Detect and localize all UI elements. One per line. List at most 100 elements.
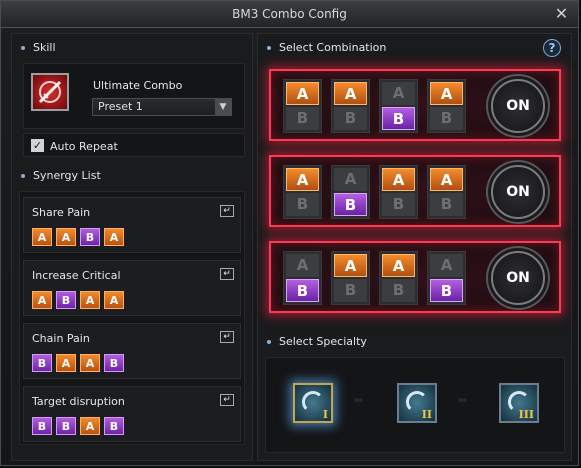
- bullet-icon: [267, 46, 271, 50]
- chip-b: B: [32, 417, 52, 435]
- enter-icon[interactable]: ↵: [220, 394, 234, 406]
- synergy-card[interactable]: Share Pain ↵ A A B A: [23, 197, 241, 253]
- ultimate-combo-skill-icon: [31, 73, 69, 111]
- chip-b: B: [80, 228, 100, 246]
- option-b[interactable]: B: [334, 193, 367, 216]
- option-a[interactable]: A: [334, 254, 367, 277]
- combo-row: A B A B A B A B ON: [269, 155, 561, 227]
- option-b[interactable]: B: [430, 193, 463, 216]
- option-a[interactable]: A: [286, 254, 319, 277]
- sword-slash-icon: [38, 80, 62, 104]
- chip-a: A: [56, 354, 76, 372]
- enter-icon[interactable]: ↵: [220, 268, 234, 280]
- combo-slot[interactable]: A B: [283, 251, 322, 305]
- combo-slot[interactable]: A B: [379, 251, 418, 305]
- synergy-name: Target disruption: [32, 395, 125, 408]
- whip-arc-icon: [302, 391, 324, 413]
- option-a[interactable]: A: [334, 168, 367, 191]
- option-a[interactable]: A: [286, 168, 319, 191]
- specialty-section-title: Select Specialty: [267, 335, 367, 348]
- chip-b: B: [104, 354, 124, 372]
- option-b[interactable]: B: [430, 107, 463, 130]
- specialty-numeral: III: [518, 408, 534, 421]
- combo-toggle-button[interactable]: ON: [491, 251, 545, 305]
- option-b[interactable]: B: [382, 279, 415, 302]
- combo-slot[interactable]: A B: [331, 165, 370, 219]
- option-a[interactable]: A: [430, 254, 463, 277]
- specialty-2-icon[interactable]: II: [397, 383, 437, 423]
- enter-icon[interactable]: ↵: [220, 205, 234, 217]
- option-b[interactable]: B: [334, 107, 367, 130]
- synergy-chips: A A B A: [32, 228, 124, 246]
- enter-icon[interactable]: ↵: [220, 331, 234, 343]
- specialty-3-icon[interactable]: III: [499, 383, 539, 423]
- preset-value: Preset 1: [98, 100, 143, 113]
- option-b[interactable]: B: [382, 193, 415, 216]
- preset-dropdown[interactable]: Preset 1 ▼: [92, 98, 232, 116]
- synergy-section-title: Synergy List: [21, 169, 101, 182]
- title-bar[interactable]: BM3 Combo Config ✕: [1, 1, 578, 28]
- chip-b: B: [32, 354, 52, 372]
- option-b[interactable]: B: [430, 279, 463, 302]
- chip-b: B: [104, 417, 124, 435]
- chip-a: A: [32, 291, 52, 309]
- synergy-chips: A B A A: [32, 291, 124, 309]
- option-a[interactable]: A: [382, 254, 415, 277]
- combo-slot[interactable]: A B: [331, 251, 370, 305]
- combo-row: A B A B A B A B ON: [269, 241, 561, 313]
- specialty-numeral: I: [322, 408, 328, 421]
- bullet-icon: [21, 174, 25, 178]
- combo-row: A B A B A B A B ON: [269, 69, 561, 141]
- option-a[interactable]: A: [286, 82, 319, 105]
- auto-repeat-checkbox[interactable]: ✓: [31, 139, 44, 152]
- bullet-icon: [21, 46, 25, 50]
- combo-toggle-button[interactable]: ON: [491, 79, 545, 133]
- chip-b: B: [56, 291, 76, 309]
- bullet-icon: [267, 340, 271, 344]
- option-a[interactable]: A: [334, 82, 367, 105]
- chevron-right-icon: »»: [353, 395, 363, 406]
- window-title: BM3 Combo Config: [232, 7, 347, 21]
- option-a[interactable]: A: [430, 168, 463, 191]
- chip-a: A: [56, 228, 76, 246]
- option-b[interactable]: B: [334, 279, 367, 302]
- option-a[interactable]: A: [382, 168, 415, 191]
- synergy-name: Increase Critical: [32, 269, 121, 282]
- chip-a: A: [80, 354, 100, 372]
- auto-repeat-label: Auto Repeat: [50, 140, 118, 153]
- combo-slot[interactable]: A B: [283, 165, 322, 219]
- chip-a: A: [32, 228, 52, 246]
- skill-name: Ultimate Combo: [93, 79, 183, 92]
- synergy-card[interactable]: Chain Pain ↵ B A A B: [23, 323, 241, 379]
- combo-slot[interactable]: A B: [379, 165, 418, 219]
- option-b[interactable]: B: [286, 279, 319, 302]
- option-b[interactable]: B: [286, 107, 319, 130]
- help-icon[interactable]: ?: [543, 39, 561, 57]
- synergy-name: Share Pain: [32, 206, 91, 219]
- skill-section-title: Skill: [21, 41, 56, 54]
- synergy-chips: B B A B: [32, 417, 124, 435]
- synergy-card[interactable]: Target disruption ↵ B B A B: [23, 386, 241, 442]
- combo-slot[interactable]: A B: [283, 79, 322, 133]
- combo-slot[interactable]: A B: [331, 79, 370, 133]
- option-a[interactable]: A: [430, 82, 463, 105]
- synergy-chips: B A A B: [32, 354, 124, 372]
- synergy-name: Chain Pain: [32, 332, 90, 345]
- chevron-down-icon[interactable]: ▼: [215, 99, 231, 115]
- combo-slot[interactable]: A B: [427, 79, 466, 133]
- close-icon[interactable]: ✕: [553, 5, 570, 22]
- chip-a: A: [80, 417, 100, 435]
- option-b[interactable]: B: [286, 193, 319, 216]
- combo-toggle-button[interactable]: ON: [491, 165, 545, 219]
- combo-slot[interactable]: A B: [379, 79, 418, 133]
- option-b[interactable]: B: [382, 107, 415, 130]
- combo-config-window: BM3 Combo Config ✕ Skill Ultimate Combo …: [0, 0, 579, 466]
- chip-b: B: [56, 417, 76, 435]
- option-a[interactable]: A: [382, 82, 415, 105]
- specialty-1-icon[interactable]: I: [293, 383, 333, 423]
- combo-slot[interactable]: A B: [427, 251, 466, 305]
- combination-section-title: Select Combination: [267, 41, 386, 54]
- synergy-card[interactable]: Increase Critical ↵ A B A A: [23, 260, 241, 316]
- combo-slot[interactable]: A B: [427, 165, 466, 219]
- specialty-numeral: II: [421, 408, 432, 421]
